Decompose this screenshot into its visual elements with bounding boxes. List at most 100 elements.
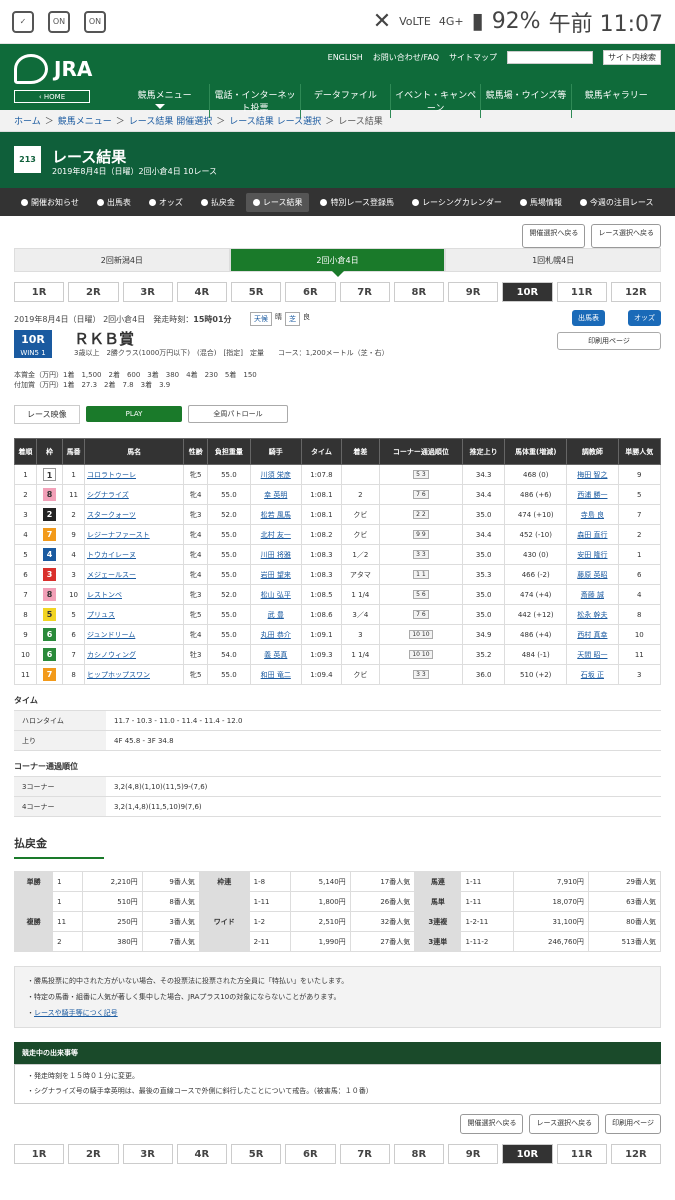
subnav-shutuba[interactable]: 出馬表 bbox=[90, 193, 138, 212]
cell-jockey[interactable]: 岩田 望来 bbox=[249, 564, 302, 585]
race-tab[interactable]: 8R bbox=[393, 282, 444, 302]
race-tab[interactable]: 4R bbox=[176, 282, 227, 302]
race-tab[interactable]: 11R bbox=[556, 282, 607, 302]
venue-tab-kokura[interactable]: 2回小倉4日 bbox=[229, 248, 446, 277]
back-race-button[interactable]: レース選択へ戻る bbox=[529, 1114, 600, 1134]
search-button[interactable]: サイト内検索 bbox=[603, 50, 661, 65]
horse-link[interactable]: ヒップホップスワン bbox=[87, 671, 150, 679]
print-button[interactable]: 印刷用ページ bbox=[557, 332, 661, 350]
race-tab[interactable]: 2R bbox=[68, 282, 119, 302]
nav-gallery[interactable]: 競馬ギャラリー bbox=[570, 84, 661, 118]
subnav-calendar[interactable]: レーシングカレンダー bbox=[405, 193, 509, 212]
horse-link[interactable]: コロラトゥーレ bbox=[87, 471, 136, 479]
jockey-link[interactable]: 丸田 恭介 bbox=[261, 631, 291, 639]
trainer-link[interactable]: 西村 真幸 bbox=[577, 631, 607, 639]
cell-horse[interactable]: スタークォーツ bbox=[83, 504, 185, 525]
jockey-link[interactable]: 義 英真 bbox=[264, 651, 287, 659]
race-tab[interactable]: 9R bbox=[448, 1144, 499, 1164]
subnav-result[interactable]: レース結果 bbox=[245, 192, 310, 212]
cell-trainer[interactable]: 森田 直行 bbox=[566, 524, 619, 545]
jockey-link[interactable]: 川田 将雅 bbox=[261, 551, 291, 559]
cell-trainer[interactable]: 松永 幹夫 bbox=[566, 604, 619, 625]
subnav-baba[interactable]: 馬場情報 bbox=[513, 193, 569, 212]
horse-link[interactable]: カシノウィング bbox=[87, 651, 136, 659]
race-tab[interactable]: 5R bbox=[231, 282, 282, 302]
cell-jockey[interactable]: 丸田 恭介 bbox=[249, 624, 302, 645]
nav-keiba-menu[interactable]: 競馬メニュー bbox=[120, 84, 209, 118]
cell-horse[interactable]: コロラトゥーレ bbox=[83, 464, 185, 485]
crumb-home[interactable]: ホーム bbox=[14, 114, 41, 127]
trainer-link[interactable]: 松永 幹夫 bbox=[577, 611, 607, 619]
horse-link[interactable]: レジーナファースト bbox=[87, 531, 150, 539]
cell-horse[interactable]: シグナライズ bbox=[83, 484, 185, 505]
cell-horse[interactable]: レストンベ bbox=[83, 584, 185, 605]
jockey-link[interactable]: 川須 栄彦 bbox=[261, 471, 291, 479]
horse-link[interactable]: メジェールスー bbox=[87, 571, 136, 579]
race-tab[interactable]: 11R bbox=[556, 1144, 607, 1164]
print-button[interactable]: 印刷用ページ bbox=[605, 1114, 661, 1134]
search-input[interactable] bbox=[507, 51, 593, 64]
race-tab-active[interactable]: 10R bbox=[502, 282, 553, 302]
jockey-link[interactable]: 幸 英明 bbox=[264, 491, 287, 499]
subnav-oshirase[interactable]: 開催お知らせ bbox=[14, 193, 86, 212]
jockey-link[interactable]: 松若 風馬 bbox=[261, 511, 291, 519]
jockey-link[interactable]: 松山 弘平 bbox=[261, 591, 291, 599]
cell-jockey[interactable]: 義 英真 bbox=[249, 644, 302, 665]
shutuba-button[interactable]: 出馬表 bbox=[572, 310, 605, 326]
cell-jockey[interactable]: 北村 友一 bbox=[249, 524, 302, 545]
cell-jockey[interactable]: 幸 英明 bbox=[249, 484, 302, 505]
trainer-link[interactable]: 斎藤 誠 bbox=[581, 591, 604, 599]
venue-tab-niigata[interactable]: 2回新潟4日 bbox=[14, 248, 230, 272]
cell-horse[interactable]: ヒップホップスワン bbox=[83, 664, 185, 685]
subnav-odds[interactable]: オッズ bbox=[142, 193, 190, 212]
race-tab[interactable]: 12R bbox=[610, 282, 661, 302]
trainer-link[interactable]: 森田 直行 bbox=[577, 531, 607, 539]
jockey-link[interactable]: 北村 友一 bbox=[261, 531, 291, 539]
cell-trainer[interactable]: 梅田 智之 bbox=[566, 464, 619, 485]
cell-jockey[interactable]: 川須 栄彦 bbox=[249, 464, 302, 485]
faq-link[interactable]: お問い合わせ/FAQ bbox=[373, 52, 439, 63]
nav-datafile[interactable]: データファイル bbox=[299, 84, 390, 118]
horse-link[interactable]: スタークォーツ bbox=[87, 511, 136, 519]
cell-horse[interactable]: メジェールスー bbox=[83, 564, 185, 585]
english-link[interactable]: ENGLISH bbox=[328, 53, 363, 62]
subnav-tokubetsu[interactable]: 特別レース登録馬 bbox=[313, 193, 401, 212]
patrol-button[interactable]: 全周パトロール bbox=[188, 405, 288, 423]
home-button[interactable]: ‹ HOME bbox=[14, 90, 90, 103]
horse-link[interactable]: ジュンドリーム bbox=[87, 631, 135, 639]
cell-trainer[interactable]: 斎藤 誠 bbox=[566, 584, 619, 605]
trainer-link[interactable]: 梅田 智之 bbox=[577, 471, 607, 479]
cell-horse[interactable]: ジュンドリーム bbox=[83, 624, 185, 645]
cell-horse[interactable]: カシノウィング bbox=[83, 644, 185, 665]
race-tab[interactable]: 12R bbox=[610, 1144, 661, 1164]
crumb-menu[interactable]: 競馬メニュー bbox=[58, 114, 112, 127]
cell-trainer[interactable]: 寺島 良 bbox=[566, 504, 619, 525]
odds-button[interactable]: オッズ bbox=[628, 310, 661, 326]
cell-trainer[interactable]: 西村 真幸 bbox=[566, 624, 619, 645]
cell-horse[interactable]: プリュス bbox=[83, 604, 185, 625]
cell-jockey[interactable]: 松山 弘平 bbox=[249, 584, 302, 605]
race-tab[interactable]: 9R bbox=[448, 282, 499, 302]
nav-event[interactable]: イベント・キャンペーン bbox=[389, 84, 480, 118]
sitemap-link[interactable]: サイトマップ bbox=[449, 52, 497, 63]
race-tab[interactable]: 6R bbox=[285, 1144, 336, 1164]
horse-link[interactable]: レストンベ bbox=[87, 591, 122, 599]
play-button[interactable]: PLAY bbox=[85, 406, 183, 422]
race-tab[interactable]: 1R bbox=[14, 282, 65, 302]
horse-link[interactable]: トウカイレーヌ bbox=[87, 551, 136, 559]
trainer-link[interactable]: 安田 隆行 bbox=[577, 551, 607, 559]
cell-jockey[interactable]: 和田 竜二 bbox=[249, 664, 302, 685]
cell-horse[interactable]: レジーナファースト bbox=[83, 524, 185, 545]
cell-trainer[interactable]: 西浦 勝一 bbox=[566, 484, 619, 505]
nav-vote[interactable]: 電話・インターネット投票 bbox=[209, 84, 299, 118]
back-race-button[interactable]: レース選択へ戻る bbox=[591, 224, 661, 248]
nav-racecourse[interactable]: 競馬場・ウインズ等 bbox=[480, 84, 570, 118]
cell-jockey[interactable]: 川田 将雅 bbox=[249, 544, 302, 565]
cell-jockey[interactable]: 松若 風馬 bbox=[249, 504, 302, 525]
trainer-link[interactable]: 西浦 勝一 bbox=[577, 491, 607, 499]
trainer-link[interactable]: 天間 昭一 bbox=[577, 651, 607, 659]
cell-trainer[interactable]: 藤原 英昭 bbox=[566, 564, 619, 585]
venue-tab-sapporo[interactable]: 1回札幌4日 bbox=[445, 248, 662, 272]
jockey-link[interactable]: 武 豊 bbox=[268, 611, 284, 619]
horse-link[interactable]: シグナライズ bbox=[87, 491, 129, 499]
